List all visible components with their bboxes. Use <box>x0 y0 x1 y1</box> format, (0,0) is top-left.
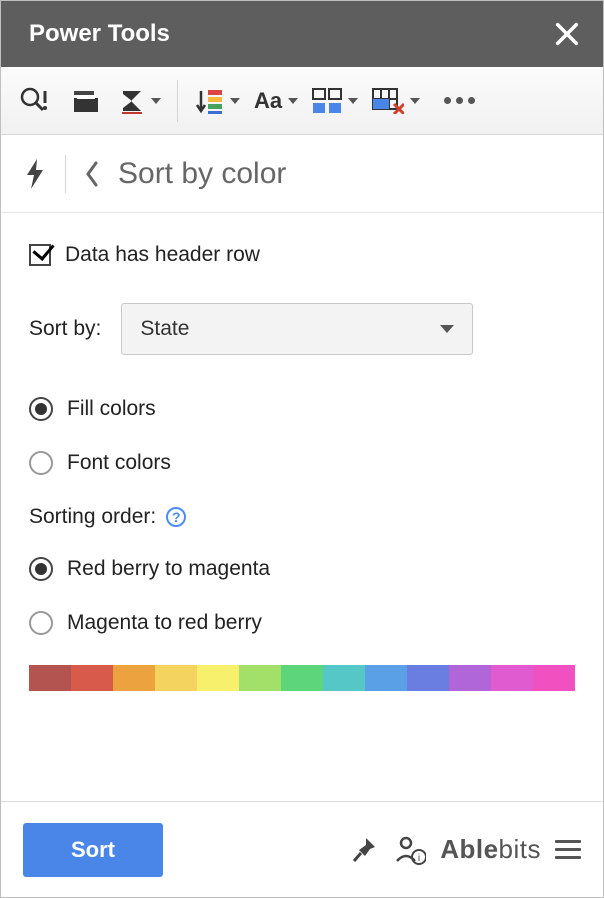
hamburger-icon <box>555 840 581 843</box>
bolt-icon <box>23 159 47 189</box>
spectrum-swatch <box>491 665 533 691</box>
folder-stack-icon <box>71 86 101 116</box>
color-spectrum <box>29 665 575 691</box>
spectrum-swatch <box>29 665 71 691</box>
spectrum-swatch <box>239 665 281 691</box>
grid-remove-icon <box>372 88 404 114</box>
radio-font-colors[interactable]: Font colors <box>29 451 575 475</box>
grid-split-icon <box>312 88 342 114</box>
caret-down-icon <box>151 98 161 104</box>
caret-down-icon <box>440 325 454 333</box>
sorting-order-label-row: Sorting order: ? <box>29 505 575 529</box>
more-dots-icon <box>434 97 485 104</box>
form-body: Data has header row Sort by: State Fill … <box>1 213 603 801</box>
caret-down-icon <box>410 98 420 104</box>
radio-icon <box>29 451 53 475</box>
footer: Sort i Ablebits <box>1 801 603 897</box>
question-icon: ? <box>172 509 181 525</box>
magnifier-exclaim-icon <box>19 86 49 116</box>
toolbar: Aa <box>1 67 603 135</box>
sorting-order-label: Sorting order: <box>29 505 156 529</box>
titlebar: Power Tools <box>1 1 603 67</box>
tool-text[interactable]: Aa <box>250 78 302 124</box>
radio-font-label: Font colors <box>67 451 171 475</box>
header-row-checkbox-label: Data has header row <box>65 243 260 267</box>
back-button[interactable] <box>84 161 100 187</box>
sort-button[interactable]: Sort <box>23 823 163 877</box>
menu-button[interactable] <box>555 840 581 859</box>
sort-by-select[interactable]: State <box>121 303 473 355</box>
sort-by-row: Sort by: State <box>29 303 575 355</box>
sigma-icon <box>119 88 145 114</box>
tool-more[interactable] <box>430 78 489 124</box>
spectrum-swatch <box>197 665 239 691</box>
brand-logo: Ablebits <box>440 834 541 865</box>
tool-function[interactable] <box>115 78 165 124</box>
spectrum-swatch <box>407 665 449 691</box>
radio-icon <box>29 397 53 421</box>
person-info-icon: i <box>394 835 426 865</box>
radio-m-to-rb-label: Magenta to red berry <box>67 611 262 635</box>
radio-rb-to-magenta[interactable]: Red berry to magenta <box>29 557 575 581</box>
help-button[interactable]: ? <box>166 507 186 527</box>
radio-icon <box>29 611 53 635</box>
spectrum-swatch <box>365 665 407 691</box>
caret-down-icon <box>230 98 240 104</box>
caret-down-icon <box>348 98 358 104</box>
radio-icon <box>29 557 53 581</box>
spectrum-swatch <box>449 665 491 691</box>
tool-smart-toolbar[interactable] <box>11 78 57 124</box>
sort-by-label: Sort by: <box>29 317 101 341</box>
radio-fill-label: Fill colors <box>67 397 156 421</box>
tool-sort-color[interactable] <box>190 78 244 124</box>
toolbar-separator <box>177 80 178 122</box>
spectrum-swatch <box>281 665 323 691</box>
power-tools-panel: Power Tools <box>0 0 604 898</box>
spectrum-swatch <box>71 665 113 691</box>
sort-color-icon <box>194 87 224 115</box>
page-title: Sort by color <box>118 157 286 191</box>
tool-sheets[interactable] <box>63 78 109 124</box>
pin-icon <box>351 836 377 864</box>
radio-magenta-to-rb[interactable]: Magenta to red berry <box>29 611 575 635</box>
brand-bold: Able <box>440 834 498 864</box>
spectrum-swatch <box>155 665 197 691</box>
tool-split-merge[interactable] <box>308 78 362 124</box>
sort-by-value: State <box>140 317 189 341</box>
info-button[interactable]: i <box>394 834 426 866</box>
checkbox-icon <box>29 244 51 266</box>
header-row-checkbox[interactable]: Data has header row <box>29 243 575 267</box>
svg-text:i: i <box>418 853 420 864</box>
breadcrumb-separator <box>65 155 66 193</box>
close-button[interactable] <box>553 20 581 48</box>
titlebar-title: Power Tools <box>29 20 170 48</box>
spectrum-swatch <box>113 665 155 691</box>
close-icon <box>553 20 581 48</box>
spectrum-swatch <box>533 665 575 691</box>
radio-fill-colors[interactable]: Fill colors <box>29 397 575 421</box>
tool-clear[interactable] <box>368 78 424 124</box>
radio-rb-to-m-label: Red berry to magenta <box>67 557 270 581</box>
brand-rest: bits <box>499 834 541 864</box>
caret-down-icon <box>288 98 298 104</box>
breadcrumb: Sort by color <box>1 135 603 213</box>
text-aa-icon: Aa <box>254 88 282 114</box>
spectrum-swatch <box>323 665 365 691</box>
pin-button[interactable] <box>348 834 380 866</box>
